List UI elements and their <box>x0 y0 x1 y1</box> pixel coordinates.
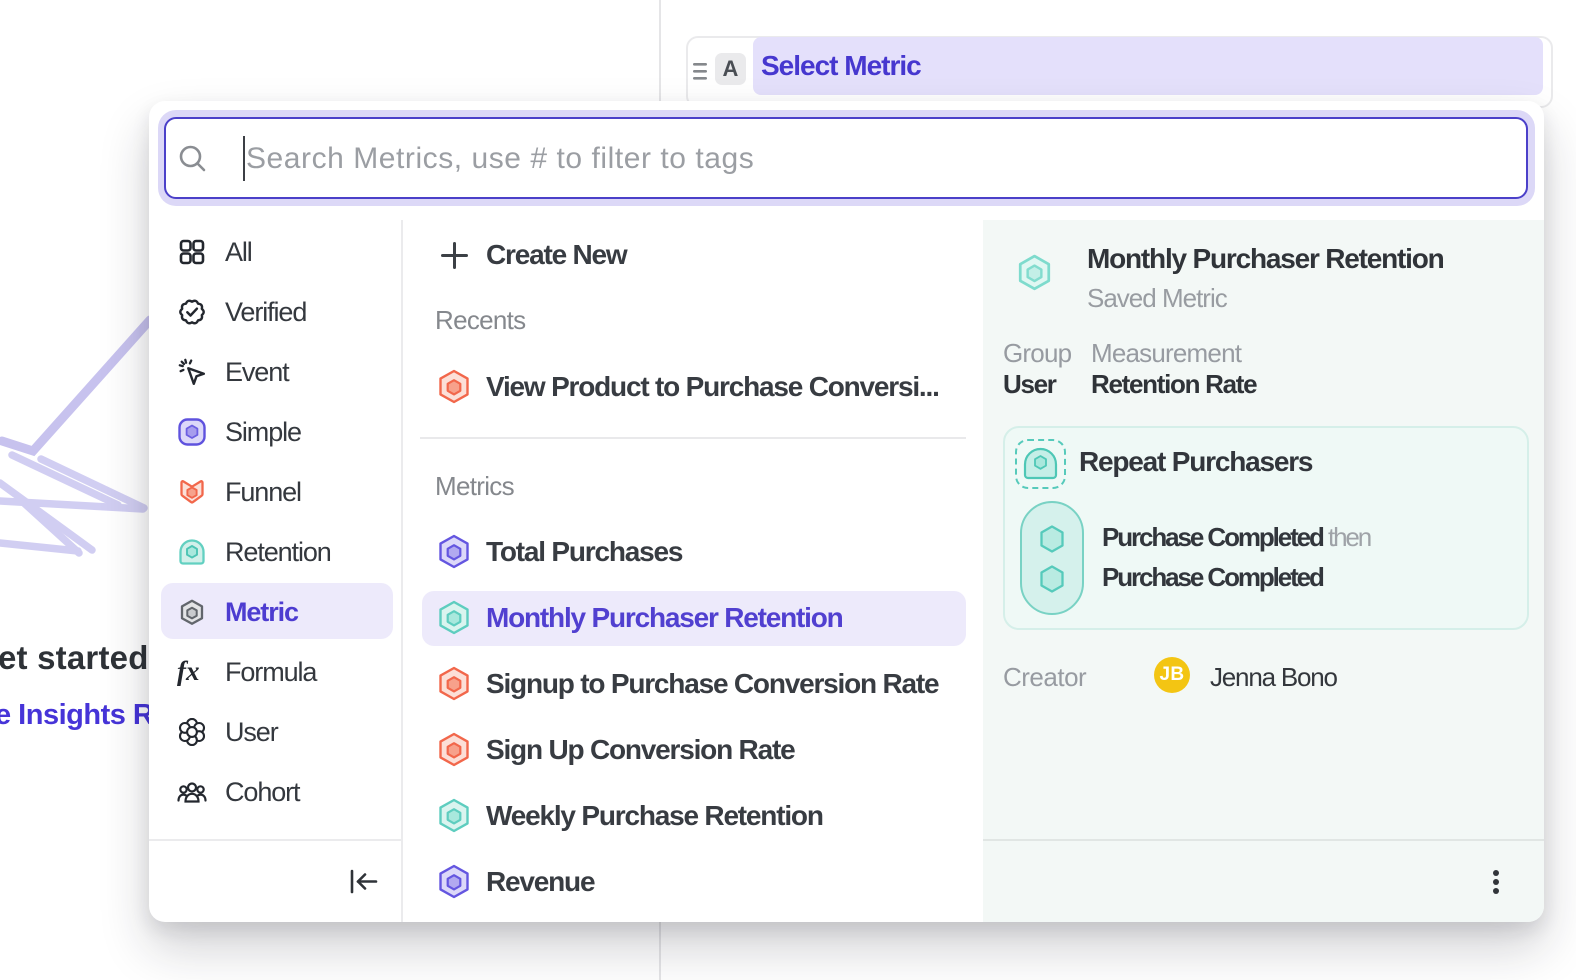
svg-text:fx: fx <box>177 658 200 686</box>
